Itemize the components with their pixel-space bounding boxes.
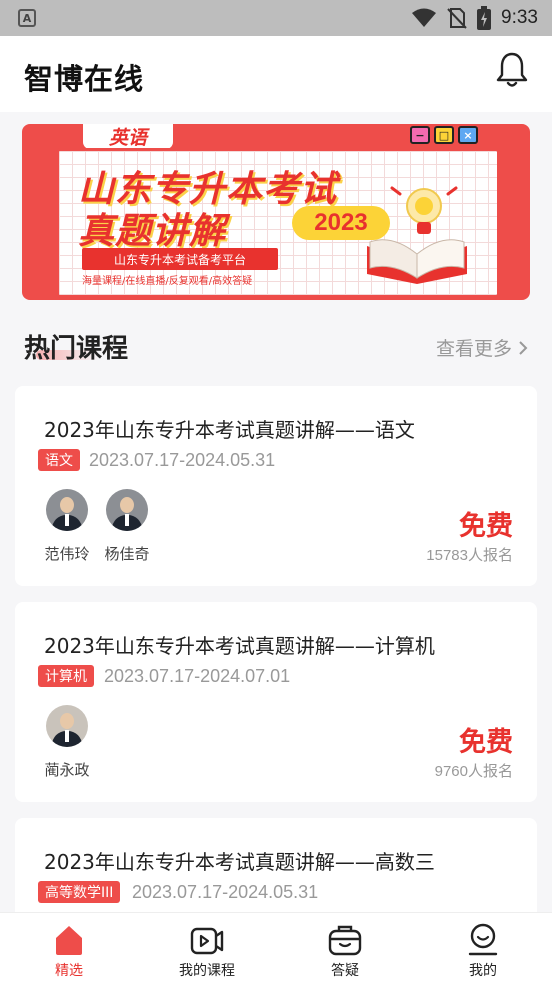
maximize-icon: □ xyxy=(434,126,454,144)
avatar xyxy=(46,489,88,531)
course-card[interactable]: 2023年山东专升本考试真题讲解——语文 语文 2023.07.17-2024.… xyxy=(15,386,537,586)
home-icon xyxy=(56,926,82,955)
view-more-label: 查看更多 xyxy=(435,338,512,360)
teacher-name: 范伟玲 xyxy=(44,545,90,563)
chevron-right-icon xyxy=(519,340,528,355)
notification-icon: A xyxy=(18,9,36,27)
minimize-icon: − xyxy=(410,126,430,144)
nav-item-qa[interactable]: 答疑 xyxy=(276,913,414,983)
teacher-list: 范伟玲 杨佳奇 xyxy=(44,489,150,564)
nav-label: 答疑 xyxy=(331,963,359,979)
nav-item-my-courses[interactable]: 我的课程 xyxy=(138,913,276,983)
banner-features: 海量课程/在线直播/反复观看/高效答疑 xyxy=(82,276,253,287)
battery-icon xyxy=(477,6,492,30)
teacher-name: 杨佳奇 xyxy=(104,545,150,563)
enroll-count: 9760人报名 xyxy=(434,763,513,780)
section-title: 热门课程 xyxy=(24,334,129,364)
course-date-range: 2023.07.17-2024.07.01 xyxy=(104,666,291,686)
clock: 9:33 xyxy=(501,7,538,28)
nav-item-home[interactable]: 精选 xyxy=(0,913,138,983)
nav-item-profile[interactable]: 我的 xyxy=(414,913,552,983)
course-date-range: 2023.07.17-2024.05.31 xyxy=(132,882,319,902)
user-icon xyxy=(468,923,498,956)
nav-label: 我的课程 xyxy=(179,963,235,979)
course-title: 2023年山东专升本考试真题讲解——计算机 xyxy=(44,634,435,658)
course-subject-tag: 高等数学III xyxy=(38,881,121,903)
book-lightbulb-illustration xyxy=(367,186,467,284)
bottom-nav: 精选 我的课程 答疑 我的 xyxy=(0,912,552,983)
close-icon: × xyxy=(458,126,478,144)
teacher: 范伟玲 xyxy=(44,489,90,564)
qa-box-icon xyxy=(328,925,362,956)
view-more-link[interactable]: 查看更多 xyxy=(436,334,528,361)
teacher: 杨佳奇 xyxy=(104,489,150,564)
course-date-range: 2023.07.17-2024.05.31 xyxy=(89,450,276,470)
course-subject-tag: 计算机 xyxy=(38,665,94,687)
promo-banner[interactable]: 英语 − □ × 山东专升本考试 真题讲解 2023 山东专升本考试备考平台 海… xyxy=(22,124,530,300)
nav-label: 我的 xyxy=(469,963,497,979)
banner-title-line2: 真题讲解 xyxy=(78,211,227,252)
status-bar: A 9:33 xyxy=(0,0,552,36)
course-price: 免费 xyxy=(459,727,513,758)
course-title: 2023年山东专升本考试真题讲解——语文 xyxy=(44,418,415,442)
banner-platform-label: 山东专升本考试备考平台 xyxy=(82,248,278,270)
app-header: 智博在线 xyxy=(0,36,552,112)
video-icon xyxy=(190,927,224,955)
teacher-name: 蔺永政 xyxy=(44,761,90,779)
no-sim-icon xyxy=(447,8,467,29)
banner-window-buttons: − □ × xyxy=(410,126,478,144)
avatar xyxy=(106,489,148,531)
teacher-list: 蔺永政 xyxy=(44,705,90,780)
avatar xyxy=(46,705,88,747)
nav-label: 精选 xyxy=(55,963,83,979)
course-title: 2023年山东专升本考试真题讲解——高数三 xyxy=(44,850,435,874)
app-title: 智博在线 xyxy=(24,62,145,96)
wifi-icon xyxy=(412,8,437,27)
course-card[interactable]: 2023年山东专升本考试真题讲解——计算机 计算机 2023.07.17-202… xyxy=(15,602,537,802)
enroll-count: 15783人报名 xyxy=(426,547,513,564)
bell-icon[interactable] xyxy=(496,51,528,89)
course-price: 免费 xyxy=(459,511,513,542)
course-subject-tag: 语文 xyxy=(38,449,80,471)
teacher: 蔺永政 xyxy=(44,705,90,780)
